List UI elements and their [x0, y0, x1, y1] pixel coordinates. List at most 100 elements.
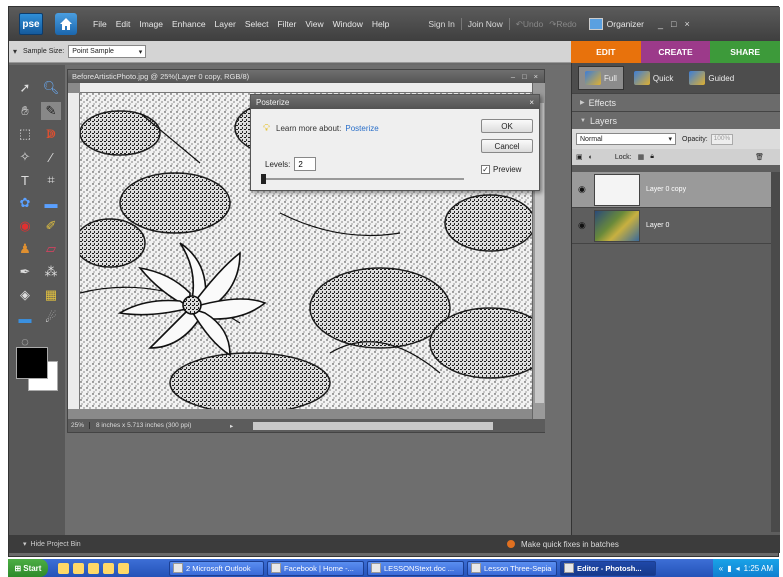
- sample-size-select[interactable]: Point Sample ▾: [68, 45, 147, 58]
- zoom-level[interactable]: 25%: [68, 422, 90, 429]
- ok-button[interactable]: OK: [481, 119, 533, 133]
- brush-tool-icon[interactable]: ✒: [15, 263, 35, 281]
- volume-icon[interactable]: ◂: [736, 564, 740, 573]
- menu-window[interactable]: Window: [333, 19, 363, 29]
- tab-edit[interactable]: EDIT: [571, 41, 641, 63]
- lasso-tool-icon[interactable]: ↇ: [41, 125, 61, 143]
- tab-share[interactable]: SHARE: [710, 41, 781, 63]
- minimize-button[interactable]: _: [658, 19, 663, 29]
- trash-icon[interactable]: 🗑︎: [755, 153, 764, 161]
- word-icon: [371, 563, 381, 573]
- horizontal-scrollbar[interactable]: [253, 421, 494, 430]
- cancel-button[interactable]: Cancel: [481, 139, 533, 153]
- new-layer-icon[interactable]: ▣: [576, 153, 583, 161]
- adjustment-layer-icon[interactable]: ◐: [589, 154, 593, 161]
- menu-image[interactable]: Image: [139, 19, 163, 29]
- menu-edit[interactable]: Edit: [116, 19, 131, 29]
- posterize-help-link[interactable]: Posterize: [345, 124, 378, 133]
- layers-scrollbar[interactable]: [771, 172, 780, 532]
- app-icon[interactable]: [118, 562, 129, 574]
- dialog-close-icon[interactable]: ×: [529, 98, 534, 107]
- gradient-tool-icon[interactable]: ▦: [41, 286, 61, 304]
- clock[interactable]: 1:25 AM: [744, 564, 773, 573]
- doc-minimize-button[interactable]: –: [511, 72, 515, 81]
- opacity-input[interactable]: 100%: [710, 133, 733, 145]
- taskbar-button[interactable]: Facebook | Home -...: [267, 560, 364, 576]
- healing-brush-tool-icon[interactable]: ✐: [41, 217, 61, 235]
- tab-guided[interactable]: Guided: [683, 66, 740, 90]
- system-tray: « ▮ ◂ 1:25 AM: [712, 559, 779, 577]
- menu-select[interactable]: Select: [245, 19, 269, 29]
- levels-slider[interactable]: [261, 174, 464, 184]
- folder-icon[interactable]: [88, 562, 99, 574]
- zoom-tool-icon[interactable]: 🔍︎: [41, 79, 61, 97]
- sign-in-link[interactable]: Sign In: [428, 19, 454, 29]
- layer-row[interactable]: ◉ Layer 0: [572, 208, 772, 244]
- doc-maximize-button[interactable]: □: [522, 72, 527, 81]
- selection-brush-tool-icon[interactable]: ∕: [41, 148, 61, 166]
- clone-stamp-tool-icon[interactable]: ♟: [15, 240, 35, 258]
- eye-icon[interactable]: ◉: [578, 220, 590, 231]
- taskbar-button[interactable]: LESSONStext.doc ...: [367, 560, 464, 576]
- quick-launch: [58, 562, 129, 574]
- redo-button[interactable]: ↷ Redo: [549, 19, 576, 30]
- menu-enhance[interactable]: Enhance: [172, 19, 206, 29]
- move-tool-icon[interactable]: ➚: [15, 79, 35, 97]
- lock-all-icon[interactable]: 🔒︎: [650, 153, 654, 161]
- organizer-button[interactable]: Organizer: [588, 18, 644, 30]
- eraser-tool-icon[interactable]: ▱: [41, 240, 61, 258]
- taskbar-button[interactable]: Editor - Photosh...: [560, 560, 656, 576]
- taskbar-button[interactable]: 2 Microsoft Outlook: [169, 560, 264, 576]
- hide-project-bin-toggle[interactable]: ▾ Hide Project Bin: [23, 540, 81, 549]
- quick-fix-hint[interactable]: Make quick fixes in batches: [507, 540, 619, 549]
- crop-tool-icon[interactable]: ⌗: [41, 171, 61, 189]
- marquee-tool-icon[interactable]: ⬚: [15, 125, 35, 143]
- hand-tool-icon[interactable]: ✋︎: [15, 102, 35, 120]
- app-icon[interactable]: [103, 562, 114, 574]
- type-tool-icon[interactable]: T: [15, 171, 35, 189]
- layer-row[interactable]: ◉ Layer 0 copy: [572, 172, 772, 208]
- tab-create[interactable]: CREATE: [640, 41, 711, 63]
- eye-icon[interactable]: ◉: [578, 184, 590, 195]
- home-icon[interactable]: [55, 13, 77, 35]
- blur-tool-icon[interactable]: ☄: [41, 309, 61, 327]
- paint-bucket-tool-icon[interactable]: ◈: [15, 286, 35, 304]
- outlook-icon: [173, 563, 183, 573]
- effects-panel-header[interactable]: ▶ Effects: [572, 93, 780, 111]
- menu-view[interactable]: View: [305, 19, 323, 29]
- maximize-button[interactable]: □: [671, 19, 676, 29]
- menu-filter[interactable]: Filter: [277, 19, 296, 29]
- preview-checkbox[interactable]: ✓ Preview: [481, 165, 521, 174]
- blend-mode-select[interactable]: Normal ▾: [576, 133, 676, 145]
- smart-brush-tool-icon[interactable]: ⁂: [41, 263, 61, 281]
- taskbar-button[interactable]: Lesson Three-Sepia: [467, 560, 557, 576]
- tab-quick[interactable]: Quick: [628, 66, 679, 90]
- slider-knob[interactable]: [261, 174, 266, 184]
- foreground-color-swatch[interactable]: [16, 347, 48, 379]
- shape-tool-icon[interactable]: ▬: [15, 309, 35, 327]
- menu-help[interactable]: Help: [372, 19, 389, 29]
- close-button[interactable]: ×: [684, 19, 689, 29]
- levels-input[interactable]: [294, 157, 317, 171]
- menu-layer[interactable]: Layer: [215, 19, 236, 29]
- doc-close-button[interactable]: ×: [534, 72, 538, 81]
- eyedropper-tool-icon[interactable]: ✎: [41, 102, 61, 120]
- eyedropper-options-icon[interactable]: ▾: [13, 47, 17, 56]
- status-menu-arrow-icon[interactable]: ▸: [230, 422, 233, 430]
- quick-edit-icon: [633, 71, 650, 85]
- join-now-link[interactable]: Join Now: [468, 19, 503, 29]
- network-icon[interactable]: ▮: [727, 564, 731, 573]
- magic-wand-tool-icon[interactable]: ✧: [15, 148, 35, 166]
- cookie-cutter-tool-icon[interactable]: ✿: [15, 194, 35, 212]
- ie-icon[interactable]: [58, 562, 69, 574]
- undo-button[interactable]: ↶ Undo: [516, 19, 543, 30]
- menu-file[interactable]: File: [93, 19, 107, 29]
- lock-transparency-icon[interactable]: ▦: [638, 153, 645, 161]
- tab-full[interactable]: Full: [578, 66, 624, 90]
- media-icon[interactable]: [73, 562, 84, 574]
- straighten-tool-icon[interactable]: ▬: [41, 194, 61, 212]
- layers-panel-header[interactable]: ▼ Layers: [572, 111, 780, 129]
- red-eye-tool-icon[interactable]: ◉: [15, 217, 35, 235]
- tray-expand-icon[interactable]: «: [719, 564, 723, 573]
- start-button[interactable]: ⊞ Start: [8, 559, 48, 577]
